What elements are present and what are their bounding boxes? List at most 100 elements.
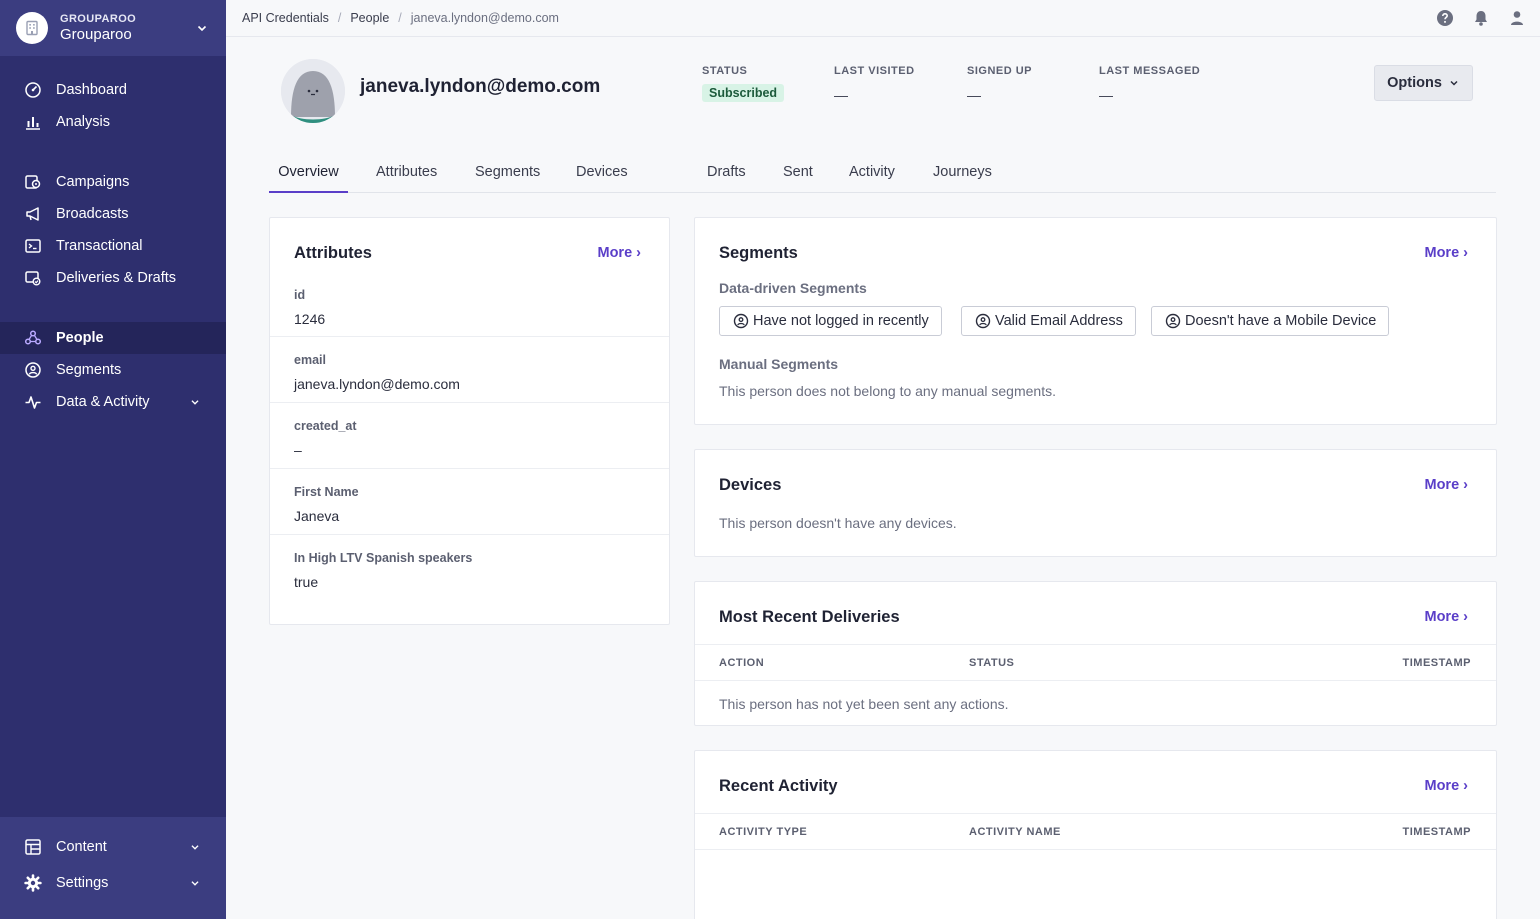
tab-sent[interactable]: Sent: [783, 164, 813, 193]
segment-icon: [975, 313, 991, 329]
breadcrumb: API Credentials / People / janeva.lyndon…: [242, 11, 559, 25]
nav-broadcasts[interactable]: Broadcasts: [0, 198, 226, 230]
bell-icon[interactable]: [1472, 9, 1490, 27]
nav-data-activity[interactable]: Data & Activity: [0, 386, 226, 418]
divider: [695, 849, 1496, 850]
data-driven-heading: Data-driven Segments: [719, 280, 867, 296]
org-kicker: GROUPAROO: [60, 13, 137, 25]
attribute-key: email: [294, 353, 326, 367]
attribute-value: –: [294, 442, 302, 458]
devices-empty: This person doesn't have any devices.: [719, 515, 957, 531]
segments-more-link[interactable]: More ›: [1425, 245, 1469, 261]
attribute-row: created_at –: [270, 403, 669, 469]
stat-last-visited: LAST VISITED —: [834, 65, 915, 103]
layout-icon: [24, 838, 42, 856]
chevron-down-icon: [1450, 80, 1458, 86]
tab-overview[interactable]: Overview: [269, 164, 348, 193]
devices-more-link[interactable]: More ›: [1425, 477, 1469, 493]
tab-segments[interactable]: Segments: [475, 164, 540, 193]
activity-more-link[interactable]: More ›: [1425, 778, 1469, 794]
segments-card: Segments More › Data-driven Segments Hav…: [694, 217, 1497, 425]
column-header-action: ACTION: [719, 657, 765, 669]
stat-signed-up: SIGNED UP —: [967, 65, 1032, 103]
tab-drafts[interactable]: Drafts: [707, 164, 746, 193]
deliveries-empty: This person has not yet been sent any ac…: [719, 696, 1009, 712]
nav-dashboard-label: Dashboard: [56, 82, 127, 98]
attribute-row: email janeva.lyndon@demo.com: [270, 337, 669, 403]
nav-transactional-label: Transactional: [56, 238, 143, 254]
tab-devices[interactable]: Devices: [576, 164, 628, 193]
breadcrumb-api-credentials[interactable]: API Credentials: [242, 11, 329, 25]
stat-last-messaged: LAST MESSAGED —: [1099, 65, 1200, 103]
activity-card: Recent Activity More › ACTIVITY TYPE ACT…: [694, 750, 1497, 919]
nav-deliveries[interactable]: Deliveries & Drafts: [0, 262, 226, 294]
sidebar-footer: Content Settings: [0, 817, 226, 919]
stat-value: —: [834, 87, 848, 103]
attributes-more-link[interactable]: More ›: [598, 245, 642, 261]
tab-activity[interactable]: Activity: [849, 164, 895, 193]
deliveries-more-link[interactable]: More ›: [1425, 609, 1469, 625]
nav-analysis[interactable]: Analysis: [0, 106, 226, 138]
nav-settings[interactable]: Settings: [0, 865, 226, 901]
breadcrumb-current: janeva.lyndon@demo.com: [410, 11, 559, 25]
people-icon: [24, 329, 42, 347]
attribute-value: true: [294, 574, 319, 590]
chevron-down-icon: [197, 25, 207, 32]
nav-segments[interactable]: Segments: [0, 354, 226, 386]
segment-chip[interactable]: Have not logged in recently: [719, 306, 942, 336]
chevron-down-icon: [191, 845, 199, 850]
segment-chip-label: Valid Email Address: [995, 313, 1123, 329]
gauge-icon: [24, 81, 42, 99]
stat-value: —: [1099, 87, 1113, 103]
column-header-status: STATUS: [969, 657, 1015, 669]
page-title: janeva.lyndon@demo.com: [360, 76, 601, 97]
segment-chip-label: Have not logged in recently: [753, 313, 929, 329]
card-title: Most Recent Deliveries: [719, 608, 900, 626]
column-header-timestamp: TIMESTAMP: [1402, 657, 1471, 669]
segment-chip[interactable]: Doesn't have a Mobile Device: [1151, 306, 1390, 336]
stat-label: LAST VISITED: [834, 65, 915, 77]
tab-attributes[interactable]: Attributes: [376, 164, 437, 193]
nav-data-activity-label: Data & Activity: [56, 394, 150, 410]
user-icon[interactable]: [1508, 9, 1526, 27]
terminal-icon: [24, 237, 42, 255]
megaphone-icon: [24, 205, 42, 223]
segment-chip[interactable]: Valid Email Address: [961, 306, 1136, 336]
nav-settings-label: Settings: [56, 875, 109, 891]
card-title: Recent Activity: [719, 777, 838, 795]
attribute-key: created_at: [294, 419, 357, 433]
segment-icon: [733, 313, 749, 329]
status-badge: Subscribed: [702, 84, 785, 102]
deliveries-card: Most Recent Deliveries More › ACTION STA…: [694, 581, 1497, 726]
options-button[interactable]: Options: [1374, 65, 1473, 101]
org-switcher[interactable]: GROUPAROO Grouparoo: [0, 0, 226, 56]
attribute-row: id 1246: [270, 276, 669, 337]
stat-label: SIGNED UP: [967, 65, 1033, 77]
nav-analysis-label: Analysis: [56, 114, 110, 130]
nav-segments-label: Segments: [56, 362, 122, 378]
nav-broadcasts-label: Broadcasts: [56, 206, 129, 222]
nav-dashboard[interactable]: Dashboard: [0, 74, 226, 106]
attribute-row: In High LTV Spanish speakers true: [270, 535, 669, 605]
column-header-timestamp: TIMESTAMP: [1402, 826, 1471, 838]
nav-content[interactable]: Content: [0, 829, 226, 865]
chevron-down-icon: [191, 881, 199, 886]
stat-value: —: [967, 87, 981, 103]
attributes-card: Attributes More › id 1246 email janeva.l…: [269, 217, 670, 625]
card-title: Devices: [719, 476, 782, 494]
breadcrumb-people[interactable]: People: [350, 11, 389, 25]
delivery-icon: [24, 269, 42, 287]
tab-bar: Overview Attributes Segments Devices Dra…: [269, 154, 1496, 193]
manual-segments-empty: This person does not belong to any manua…: [719, 383, 1056, 399]
divider: [695, 813, 1496, 814]
pulse-icon: [24, 393, 42, 411]
help-icon[interactable]: [1436, 9, 1454, 27]
nav-transactional[interactable]: Transactional: [0, 230, 226, 262]
nav-campaigns[interactable]: Campaigns: [0, 166, 226, 198]
nav-deliveries-label: Deliveries & Drafts: [56, 270, 177, 286]
attribute-key: First Name: [294, 485, 359, 499]
sidebar: GROUPAROO Grouparoo Dashboard Analysis C…: [0, 0, 226, 919]
org-name: Grouparoo: [60, 26, 132, 43]
tab-journeys[interactable]: Journeys: [933, 164, 992, 193]
nav-people[interactable]: People: [0, 322, 226, 354]
